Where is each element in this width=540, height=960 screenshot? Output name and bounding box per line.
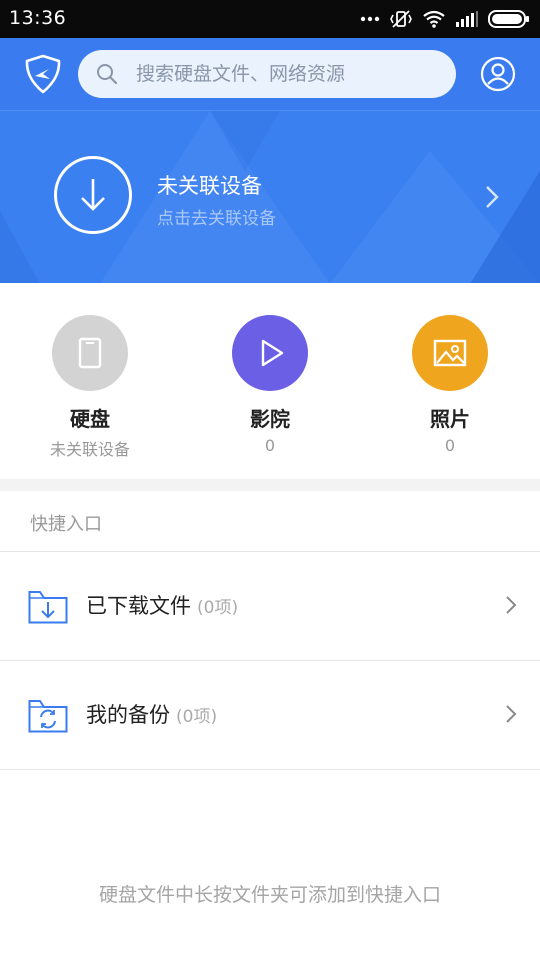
quick-item-downloads[interactable]: 已下载文件 (0项): [0, 552, 540, 660]
feature-row: 硬盘 未关联设备 影院 0 照片 0: [0, 283, 540, 479]
row-label: 已下载文件 (0项): [86, 590, 238, 620]
divider: [0, 769, 540, 770]
signal-icon: [456, 11, 478, 27]
row-count: (0项): [176, 707, 218, 727]
feature-cinema[interactable]: 影院 0: [180, 283, 360, 479]
search-icon: [97, 64, 118, 85]
play-icon: [232, 315, 308, 391]
more-dots-icon: [360, 16, 380, 22]
search-bar[interactable]: [78, 50, 456, 98]
quick-item-backup[interactable]: 我的备份 (0项): [0, 661, 540, 769]
quick-access-title: 快捷入口: [30, 514, 102, 535]
banner-subtitle: 点击去关联设备: [157, 209, 276, 229]
feature-harddisk[interactable]: 硬盘 未关联设备: [0, 283, 180, 479]
chevron-right-icon: [506, 705, 517, 723]
feature-label: 照片: [430, 407, 470, 431]
row-title: 已下载文件: [86, 594, 191, 618]
row-count: (0项): [197, 598, 239, 618]
status-icons: [360, 8, 530, 30]
backup-folder-icon: [28, 700, 68, 733]
chevron-right-icon: [506, 596, 517, 614]
feature-sub: 0: [264, 436, 276, 455]
battery-icon: [488, 10, 529, 28]
row-title: 我的备份: [86, 703, 170, 727]
status-time: 13:36: [9, 7, 67, 29]
feature-label: 硬盘: [70, 407, 110, 431]
chevron-right-icon: [486, 186, 499, 208]
app-header: [0, 38, 540, 110]
download-folder-icon: [28, 591, 68, 624]
app-logo-icon[interactable]: [22, 54, 64, 94]
image-icon: [412, 315, 488, 391]
device-banner[interactable]: 未关联设备 点击去关联设备: [0, 110, 540, 283]
search-input[interactable]: [136, 50, 436, 98]
vibrate-off-icon: [390, 10, 412, 28]
user-icon[interactable]: [480, 56, 516, 92]
wifi-icon: [423, 10, 445, 28]
status-bar: 13:36: [0, 0, 540, 38]
feature-label: 影院: [250, 407, 290, 431]
phone-icon: [52, 315, 128, 391]
feature-sub: 未关联设备: [49, 440, 130, 459]
feature-photos[interactable]: 照片 0: [360, 283, 540, 479]
banner-title: 未关联设备: [157, 174, 262, 198]
footer-tip: 硬盘文件中长按文件夹可添加到快捷入口: [98, 884, 441, 906]
download-arrow-icon: [54, 156, 132, 234]
row-label: 我的备份 (0项): [86, 699, 217, 729]
section-divider: [0, 479, 540, 491]
feature-sub: 0: [444, 436, 456, 455]
